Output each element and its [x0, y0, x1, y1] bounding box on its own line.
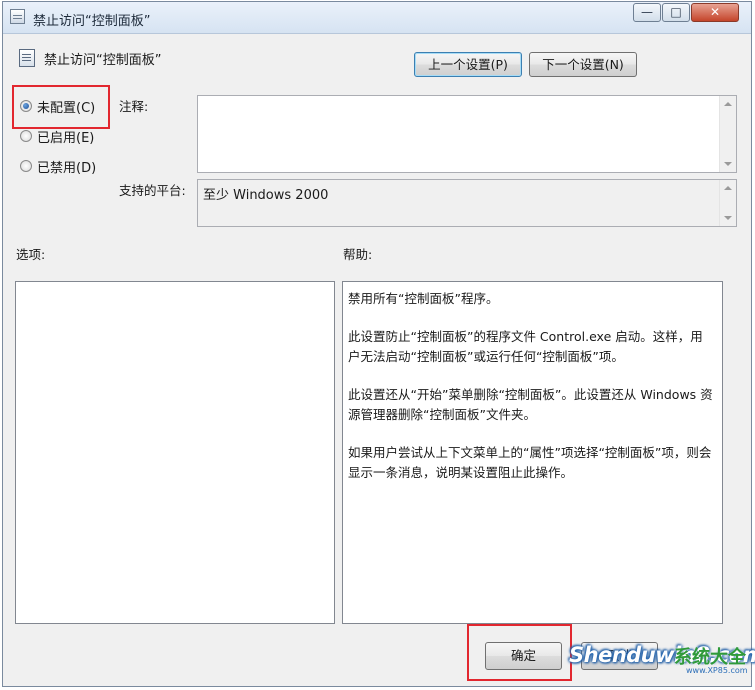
help-label: 帮助:	[343, 247, 373, 262]
scroll-up-icon[interactable]	[724, 186, 732, 190]
next-setting-button[interactable]: 下一个设置(N)	[529, 52, 637, 77]
options-panel	[15, 281, 335, 624]
maximize-button[interactable]: □	[662, 3, 690, 22]
policy-setting-icon	[19, 49, 35, 67]
scroll-down-icon[interactable]	[724, 216, 732, 220]
radio-label: 未配置(C)	[37, 100, 96, 116]
platform-label: 支持的平台:	[119, 183, 186, 198]
comment-scrollbar[interactable]	[719, 96, 736, 172]
radio-not-configured[interactable]: 未配置(C)	[20, 96, 95, 116]
title-bar[interactable]: 禁止访问“控制面板” — □ ✕	[3, 2, 751, 34]
setting-name: 禁止访问“控制面板”	[44, 53, 162, 68]
scroll-down-icon[interactable]	[724, 162, 732, 166]
radio-selected-icon[interactable]	[20, 100, 32, 112]
platform-field: 至少 Windows 2000	[197, 179, 737, 227]
scroll-up-icon[interactable]	[724, 102, 732, 106]
radio-unselected-icon[interactable]	[20, 160, 32, 172]
help-paragraph: 此设置还从“开始”菜单删除“控制面板”。此设置还从 Windows 资源管理器删…	[348, 387, 713, 422]
radio-enabled[interactable]: 已启用(E)	[20, 126, 94, 146]
minimize-button[interactable]: —	[633, 3, 661, 22]
help-paragraph: 禁用所有“控制面板”程序。	[348, 291, 499, 306]
comment-textarea[interactable]	[197, 95, 737, 173]
window-app-icon	[10, 9, 25, 24]
close-button[interactable]: ✕	[691, 3, 739, 22]
comment-label: 注释:	[119, 99, 149, 114]
help-panel: 禁用所有“控制面板”程序。 此设置防止“控制面板”的程序文件 Control.e…	[342, 281, 723, 624]
site-watermark: Shenduwin8.com 系统大全 www.XP85.com	[566, 634, 755, 682]
platform-value: 至少 Windows 2000	[203, 188, 329, 203]
watermark-url: www.XP85.com	[686, 666, 748, 675]
previous-setting-button[interactable]: 上一个设置(P)	[414, 52, 522, 77]
radio-label: 已启用(E)	[37, 130, 95, 146]
radio-disabled[interactable]: 已禁用(D)	[20, 156, 96, 176]
policy-dialog-window: 禁止访问“控制面板” — □ ✕ 禁止访问“控制面板” 上一个设置(P) 下一个…	[2, 1, 752, 687]
help-paragraph: 如果用户尝试从上下文菜单上的“属性”项选择“控制面板”项，则会显示一条消息，说明…	[348, 445, 712, 480]
radio-label: 已禁用(D)	[37, 160, 97, 176]
help-paragraph: 此设置防止“控制面板”的程序文件 Control.exe 启动。这样，用户无法启…	[348, 329, 703, 364]
radio-unselected-icon[interactable]	[20, 130, 32, 142]
platform-scrollbar[interactable]	[719, 180, 736, 226]
ok-button[interactable]: 确定	[485, 642, 562, 670]
window-title: 禁止访问“控制面板”	[33, 14, 151, 29]
options-label: 选项:	[16, 247, 46, 262]
